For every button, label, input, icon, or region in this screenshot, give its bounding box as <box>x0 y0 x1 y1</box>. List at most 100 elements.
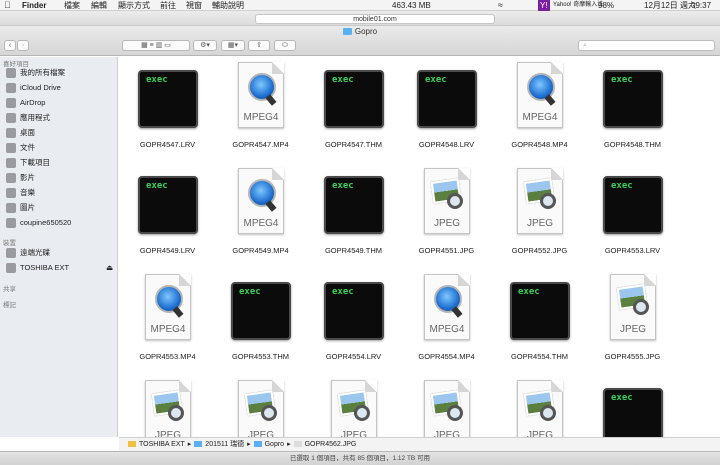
file-item[interactable]: exec GOPR4549.THM <box>307 167 400 267</box>
path-item[interactable]: Gopro <box>265 438 284 451</box>
arrange-icon[interactable]: ▦▾ <box>221 40 245 51</box>
sidebar-item[interactable]: TOSHIBA EXT ⏏ <box>6 261 114 275</box>
menu-window[interactable]: 視窗 <box>186 0 202 11</box>
menu-edit[interactable]: 編輯 <box>91 0 107 11</box>
sidebar-item-icon <box>6 143 16 154</box>
file-item[interactable]: exec GOPR4553.THM <box>214 273 307 373</box>
wifi-icon[interactable]: ≈ <box>498 0 503 11</box>
sidebar-item-label: 文件 <box>20 143 35 152</box>
back-button[interactable]: ‹ <box>4 40 16 51</box>
file-item[interactable]: exec GOPR4554.LRV <box>307 273 400 373</box>
jpeg-file-icon: JPEG <box>517 380 563 437</box>
file-name: GOPR4553.MP4 <box>139 352 196 361</box>
exec-thumbnail: exec <box>231 282 291 340</box>
sidebar-item[interactable]: AirDrop <box>6 96 45 110</box>
file-item[interactable]: exec GOPR4549.LRV <box>121 167 214 267</box>
exec-thumbnail: exec <box>324 176 384 234</box>
file-item[interactable]: exec GOPR4548.THM <box>586 61 679 161</box>
sidebar-item-label: coupine650520 <box>20 218 72 227</box>
tag-icon[interactable]: ⬭ <box>274 40 296 51</box>
exec-label: exec <box>332 287 354 297</box>
exec-label: exec <box>332 181 354 191</box>
menu-app-name[interactable]: Finder <box>22 0 46 11</box>
magnifier-icon <box>633 299 649 315</box>
exec-thumbnail: exec <box>603 176 663 234</box>
sidebar-item[interactable]: 我的所有檔案 <box>6 66 65 80</box>
file-item[interactable]: JPEG GOPR4551.JPG <box>400 167 493 267</box>
exec-thumbnail: exec <box>324 282 384 340</box>
sidebar-item-label: 桌面 <box>20 128 35 137</box>
sidebar-item[interactable]: 遠端光碟 <box>6 246 114 260</box>
input-method[interactable]: Yahoo! 奇摩輸入法 <box>553 0 603 11</box>
apple-menu-icon[interactable]:  <box>4 0 11 11</box>
yahoo-input-icon[interactable]: Y! <box>538 0 550 11</box>
path-separator: ▸ <box>247 441 251 448</box>
file-item[interactable]: exec <box>586 379 679 437</box>
action-gear-icon[interactable]: ⚙▾ <box>193 40 217 51</box>
exec-label: exec <box>146 181 168 191</box>
magnifier-icon <box>540 405 556 421</box>
sidebar-item[interactable]: 應用程式 <box>6 111 50 125</box>
sidebar: 喜好項目 我的所有檔案 iCloud Drive AirDrop 應用程式 桌面 文件 下載項… <box>0 57 118 437</box>
sidebar-item[interactable]: iCloud Drive <box>6 81 61 95</box>
battery-percent[interactable]: 98% <box>598 0 614 11</box>
sidebar-item[interactable]: 音樂 <box>6 186 35 200</box>
menu-time[interactable]: 09:37 <box>691 0 711 11</box>
network-speed[interactable]: 463.43 MB <box>392 0 431 11</box>
file-item[interactable]: JPEG <box>214 379 307 437</box>
file-item[interactable]: JPEG <box>307 379 400 437</box>
file-item[interactable]: JPEG <box>121 379 214 437</box>
file-item[interactable]: MPEG4 GOPR4548.MP4 <box>493 61 586 161</box>
menu-go[interactable]: 前往 <box>160 0 176 11</box>
file-name: GOPR4554.THM <box>510 352 569 361</box>
sidebar-item[interactable]: 圖片 <box>6 201 35 215</box>
sidebar-header-shared: 共享 <box>3 286 16 293</box>
menu-file[interactable]: 檔案 <box>64 0 80 11</box>
status-bar: 已選取 1 個項目，共有 85 個項目，1.12 TB 可用 <box>0 451 720 465</box>
page-fold <box>272 380 284 392</box>
sidebar-item[interactable]: 文件 <box>6 141 35 155</box>
forward-button[interactable]: › <box>17 40 29 51</box>
browser-url-field[interactable]: mobile01.com <box>255 14 495 24</box>
quicktime-icon <box>248 73 276 101</box>
exec-thumbnail: exec <box>138 70 198 128</box>
sidebar-item[interactable]: 影片 <box>6 171 35 185</box>
path-item[interactable]: TOSHIBA EXT <box>139 438 185 451</box>
search-input[interactable]: ⌕ <box>578 40 715 51</box>
file-item[interactable]: exec GOPR4547.THM <box>307 61 400 161</box>
menu-view[interactable]: 顯示方式 <box>118 0 150 11</box>
file-type-label: JPEG <box>154 430 182 437</box>
menu-date[interactable]: 12月12日 週六 <box>644 0 696 11</box>
file-item[interactable]: JPEG GOPR4555.JPG <box>586 273 679 373</box>
file-item[interactable]: MPEG4 GOPR4549.MP4 <box>214 167 307 267</box>
file-item[interactable]: JPEG <box>493 379 586 437</box>
path-separator: ▸ <box>187 441 192 448</box>
file-item[interactable]: exec GOPR4548.LRV <box>400 61 493 161</box>
menu-help[interactable]: 輔助說明 <box>212 0 244 11</box>
sidebar-item[interactable]: coupine650520 <box>6 216 71 230</box>
jpeg-file-icon: JPEG <box>145 380 191 437</box>
file-item[interactable]: MPEG4 GOPR4553.MP4 <box>121 273 214 373</box>
file-item[interactable]: exec GOPR4547.LRV <box>121 61 214 161</box>
file-item[interactable]: MPEG4 GOPR4554.MP4 <box>400 273 493 373</box>
page-fold <box>551 380 563 392</box>
file-item[interactable]: JPEG <box>400 379 493 437</box>
view-mode-switcher[interactable]: ▦ ≡ ▥ ▭ <box>122 40 190 51</box>
path-item[interactable]: GOPR4562.JPG <box>305 438 357 451</box>
exec-label: exec <box>518 287 540 297</box>
sidebar-item-icon <box>6 83 16 94</box>
file-item[interactable]: JPEG GOPR4552.JPG <box>493 167 586 267</box>
eject-icon[interactable]: ⏏ <box>106 261 113 275</box>
jpeg-file-icon: JPEG <box>331 380 377 437</box>
jpeg-file-icon: JPEG <box>424 380 470 437</box>
file-item[interactable]: exec GOPR4554.THM <box>493 273 586 373</box>
sidebar-item[interactable]: 桌面 <box>6 126 35 140</box>
exec-thumbnail: exec <box>510 282 570 340</box>
file-item[interactable]: MPEG4 GOPR4547.MP4 <box>214 61 307 161</box>
disk-icon <box>6 263 16 274</box>
file-item[interactable]: exec GOPR4553.LRV <box>586 167 679 267</box>
sidebar-item[interactable]: 下載項目 <box>6 156 50 170</box>
share-icon[interactable]: ⇧ <box>248 40 270 51</box>
sidebar-item-label: 音樂 <box>20 188 35 197</box>
path-item[interactable]: 201511 瑞德 <box>205 438 244 451</box>
